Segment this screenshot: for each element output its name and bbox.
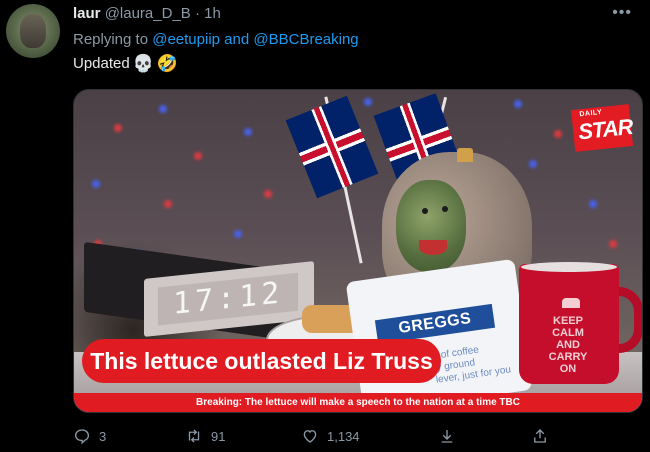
media-image[interactable]: 17:12 GREGGS o of coffee ly ground lever…: [73, 89, 643, 413]
breaking-ticker: Breaking: The lettuce will make a speech…: [74, 393, 642, 412]
tweet-header: laur @laura_D_B · 1h: [73, 5, 221, 22]
more-dots-icon[interactable]: •••: [612, 4, 632, 22]
retweet-count: 91: [211, 428, 226, 444]
bokeh-light: [364, 98, 372, 106]
reply-count: 3: [99, 428, 107, 444]
separator-dot: ·: [194, 5, 200, 22]
daily-star-logo: DAILY STAR: [570, 104, 634, 152]
retweet-icon: [188, 429, 200, 443]
tweet-time[interactable]: 1h: [204, 5, 221, 22]
bokeh-light: [554, 130, 562, 138]
bokeh-light: [244, 128, 252, 136]
bokeh-light: [92, 180, 100, 188]
caption-banner: This lettuce outlasted Liz Truss: [82, 339, 441, 383]
mention-eetupiip[interactable]: @eetupiip: [152, 31, 220, 48]
bokeh-light: [514, 100, 522, 108]
union-jack-flag-left: [285, 95, 379, 199]
bokeh-light: [609, 240, 617, 248]
greggs-bag: [345, 258, 533, 412]
share-icon: [534, 429, 546, 443]
download-button[interactable]: [438, 427, 456, 445]
lettuce-mouth: [419, 240, 447, 255]
clock-display: 17:12: [158, 272, 298, 326]
mention-bbcbreaking[interactable]: @BBCBreaking: [253, 31, 358, 48]
avatar[interactable]: [6, 4, 60, 58]
bokeh-light: [264, 190, 272, 198]
bokeh-light: [234, 230, 242, 238]
lettuce: [396, 180, 466, 272]
mug-rim: [521, 262, 617, 272]
mug-slogan: KEEP CALM AND CARRY ON: [548, 315, 588, 375]
skull-emoji: 💀: [132, 54, 154, 73]
crown-icon: [562, 298, 580, 308]
like-button[interactable]: 1,134: [301, 427, 360, 445]
author-handle[interactable]: @laura_D_B: [105, 5, 191, 22]
avatar-figure: [20, 14, 46, 48]
crown-icon: [457, 148, 473, 162]
lettuce-eye-right: [442, 206, 448, 212]
reply-prefix: Replying to: [73, 31, 149, 48]
logo-star: STAR: [576, 113, 634, 145]
reply-connector[interactable]: and: [224, 31, 249, 48]
tweet-text: Updated 💀 🤣: [73, 55, 178, 72]
rofl-emoji: 🤣: [156, 54, 179, 73]
share-button[interactable]: [531, 427, 549, 445]
action-bar: 3 91 1,134: [73, 427, 633, 447]
reply-button[interactable]: 3: [73, 427, 106, 445]
bokeh-light: [114, 124, 122, 132]
reply-icon: [74, 429, 90, 445]
bokeh-light: [159, 105, 167, 113]
download-icon: [441, 430, 453, 443]
like-icon: [303, 430, 317, 443]
bokeh-light: [194, 152, 202, 160]
replying-to: Replying to @eetupiip and @BBCBreaking: [73, 31, 359, 48]
bokeh-light: [164, 200, 172, 208]
lettuce-eye-left: [422, 208, 428, 214]
tweet-body: Updated: [73, 55, 130, 72]
author-name[interactable]: laur: [73, 5, 101, 22]
bokeh-light: [589, 200, 597, 208]
like-count: 1,134: [327, 428, 360, 444]
retweet-button[interactable]: 91: [185, 427, 225, 445]
bokeh-light: [529, 160, 537, 168]
